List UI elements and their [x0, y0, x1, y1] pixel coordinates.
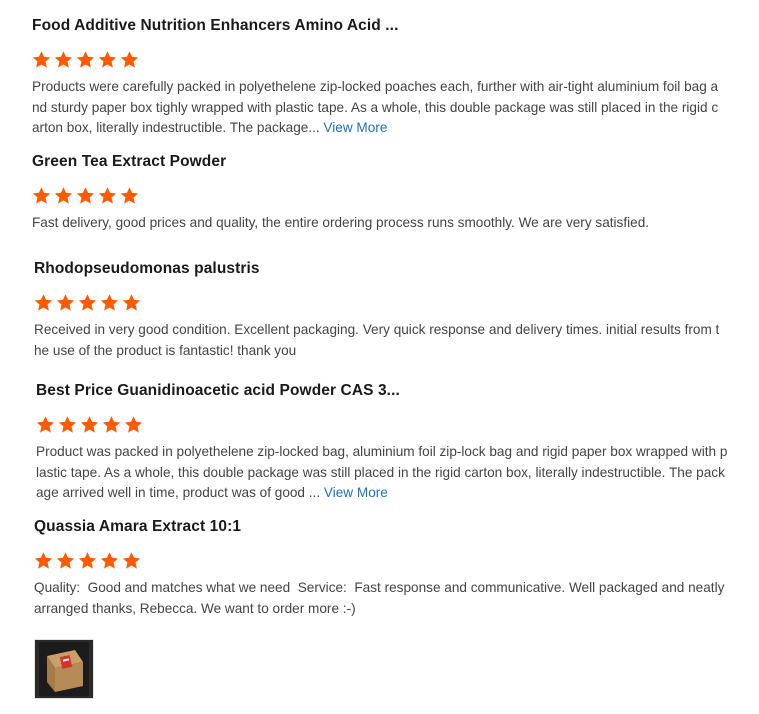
star-icon — [122, 551, 141, 570]
review-text: Quality: Good and matches what we need S… — [34, 578, 726, 619]
rating-stars — [34, 551, 141, 571]
review-product-title[interactable]: Rhodopseudomonas palustris — [34, 260, 260, 278]
star-icon — [98, 186, 117, 205]
review-text-body: Quality: Good and matches what we need S… — [34, 580, 729, 616]
review-text: Fast delivery, good prices and quality, … — [32, 213, 724, 234]
star-icon — [80, 415, 99, 434]
product-photo-icon — [35, 640, 93, 698]
star-icon — [34, 293, 53, 312]
star-icon — [32, 186, 51, 205]
star-icon — [56, 551, 75, 570]
star-icon — [100, 293, 119, 312]
review-product-title[interactable]: Best Price Guanidinoacetic acid Powder C… — [36, 382, 400, 400]
review-text: Product was packed in polyethelene zip-l… — [36, 442, 728, 504]
star-icon — [76, 186, 95, 205]
rating-stars — [34, 293, 141, 313]
star-icon — [54, 50, 73, 69]
star-icon — [100, 551, 119, 570]
star-icon — [78, 551, 97, 570]
review-text: Products were carefully packed in polyet… — [32, 77, 724, 139]
star-icon — [58, 415, 77, 434]
star-icon — [78, 293, 97, 312]
view-more-link[interactable]: View More — [323, 120, 387, 135]
star-icon — [124, 415, 143, 434]
review-text-body: Received in very good condition. Excelle… — [34, 322, 720, 358]
review-text: Received in very good condition. Excelle… — [34, 320, 726, 361]
star-icon — [122, 293, 141, 312]
view-more-link[interactable]: View More — [324, 485, 388, 500]
review-product-title[interactable]: Quassia Amara Extract 10:1 — [34, 518, 241, 536]
star-icon — [98, 50, 117, 69]
review-photo-thumbnail[interactable] — [34, 639, 94, 699]
star-icon — [36, 415, 55, 434]
review-text-body: Fast delivery, good prices and quality, … — [32, 215, 650, 230]
rating-stars — [32, 186, 139, 206]
rating-stars — [32, 50, 139, 70]
review-product-title[interactable]: Food Additive Nutrition Enhancers Amino … — [32, 17, 398, 35]
star-icon — [56, 293, 75, 312]
star-icon — [120, 50, 139, 69]
star-icon — [34, 551, 53, 570]
star-icon — [120, 186, 139, 205]
star-icon — [76, 50, 95, 69]
review-product-title[interactable]: Green Tea Extract Powder — [32, 153, 226, 171]
star-icon — [32, 50, 51, 69]
star-icon — [102, 415, 121, 434]
star-icon — [54, 186, 73, 205]
rating-stars — [36, 415, 143, 435]
